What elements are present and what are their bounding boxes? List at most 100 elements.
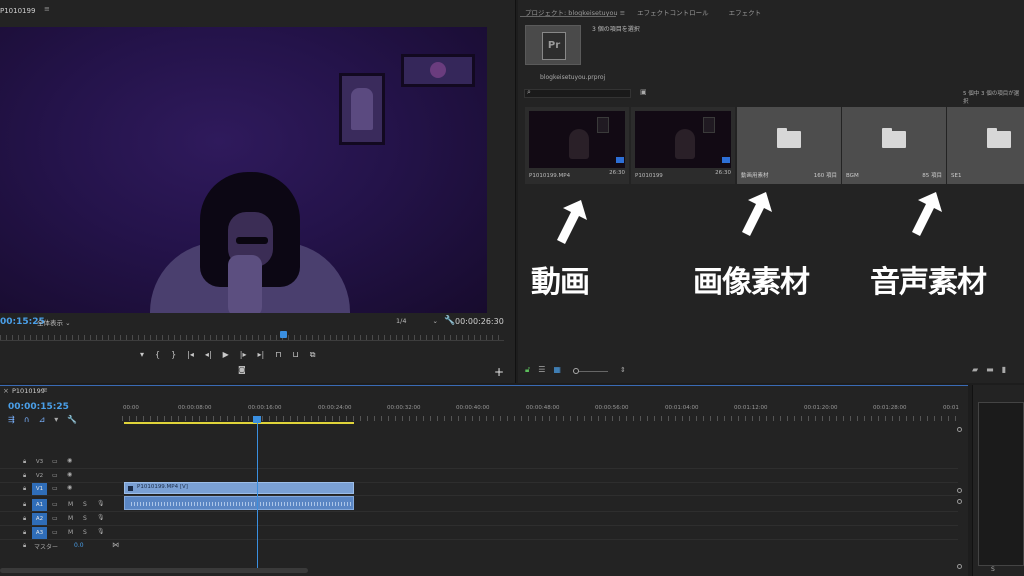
video-clip[interactable]: P1010199.MP4 [V] [124, 482, 354, 494]
master-track-label: マスター [34, 544, 59, 551]
lock-icon[interactable]: 🔒︎ [23, 542, 26, 550]
add-button-icon[interactable]: + [494, 365, 504, 379]
fit-select[interactable]: 全体表示 ⌄ [37, 317, 71, 327]
mark-out-icon[interactable]: } [171, 350, 176, 360]
folder-icon [777, 128, 801, 148]
eye-icon[interactable]: ◉ [67, 457, 72, 464]
list-view-icon[interactable]: ☰ [538, 365, 545, 375]
zoom-slider-handle[interactable] [573, 368, 579, 374]
timeline-timecode[interactable]: 00:00:15:25 [8, 402, 69, 412]
work-area-bar[interactable] [124, 422, 354, 424]
eye-icon[interactable]: ◉ [67, 484, 72, 491]
lock-icon[interactable]: 🔒︎ [23, 472, 26, 480]
mute-button[interactable]: M [68, 529, 73, 536]
solo-button[interactable]: S [83, 501, 87, 508]
go-to-in-icon[interactable]: |◂ [187, 350, 194, 360]
new-item-icon[interactable]: ▮ [1002, 365, 1006, 374]
timeline-horizontal-scrollbar[interactable] [0, 568, 308, 573]
annotation-audio: 音声素材 [870, 265, 987, 300]
microphone-icon[interactable]: 🎙︎ [97, 500, 105, 507]
nest-icon[interactable]: ⇶ [8, 415, 15, 424]
camera-icon[interactable]: ◙ [238, 365, 246, 374]
resolution-select[interactable]: 1/4 ⌄ [396, 317, 438, 325]
eye-icon[interactable]: ◉ [67, 471, 72, 478]
scroll-handle[interactable] [957, 564, 962, 569]
time-ruler[interactable] [122, 416, 958, 421]
solo-button[interactable]: S [83, 529, 87, 536]
go-to-end-icon[interactable]: ⋈ [112, 541, 119, 549]
marker-icon[interactable]: ▾ [140, 350, 144, 360]
sync-lock-icon[interactable]: ▭ [52, 515, 58, 522]
monitor-scrub-bar[interactable] [0, 335, 504, 341]
tab-menu-icon[interactable]: ≡ [620, 9, 625, 17]
search-icon: ⌕ [527, 88, 531, 96]
timeline-tab[interactable]: P1010199 [12, 387, 45, 395]
new-bin-icon[interactable]: ▰ [972, 365, 978, 374]
go-to-out-icon[interactable]: ▸| [258, 350, 265, 360]
step-forward-icon[interactable]: |▸ [240, 350, 247, 360]
monitor-menu-icon[interactable]: ≡ [44, 5, 50, 13]
play-icon[interactable]: ▶ [223, 350, 229, 360]
overwrite-icon[interactable]: ⊔ [292, 350, 298, 360]
scroll-handle[interactable] [957, 427, 962, 432]
wrench-icon[interactable]: 🔧 [444, 316, 455, 326]
scroll-handle[interactable] [957, 499, 962, 504]
project-search-input[interactable] [524, 89, 631, 98]
lock-icon[interactable]: 🔒︎ [23, 501, 26, 509]
premiere-file-icon: Pr [525, 25, 581, 65]
icon-view-icon[interactable]: ▦ [553, 365, 561, 375]
master-volume-value[interactable]: 0.0 [74, 542, 84, 549]
video-badge-icon [616, 157, 624, 163]
sync-lock-icon[interactable]: ▭ [52, 485, 58, 492]
meter-solo-button[interactable]: S [991, 566, 995, 573]
lock-icon[interactable]: 🔒︎ [23, 515, 26, 523]
microphone-icon[interactable]: 🎙︎ [97, 528, 105, 535]
bin-item[interactable]: BGM 85 項目 [842, 107, 946, 184]
solo-button[interactable]: S [83, 515, 87, 522]
lock-icon[interactable]: 🔒︎ [23, 485, 26, 493]
video-preview[interactable] [0, 27, 487, 313]
wrench-icon[interactable]: 🔧 [67, 415, 77, 424]
sort-icon[interactable]: ⇕ [620, 366, 626, 374]
lock-icon[interactable]: 🔓︎ [525, 365, 530, 375]
tab-effect-controls[interactable]: エフェクトコントロール [637, 7, 709, 17]
tab-effects[interactable]: エフェクト [729, 7, 762, 17]
sync-lock-icon[interactable]: ▭ [52, 529, 58, 536]
annotation-video: 動画 [531, 265, 590, 300]
sync-lock-icon[interactable]: ▭ [52, 472, 58, 479]
add-marker-icon[interactable]: ▾ [54, 415, 58, 424]
timeline-menu-icon[interactable]: ≡ [42, 386, 48, 394]
timeline-playhead[interactable] [257, 423, 258, 568]
mute-button[interactable]: M [68, 501, 73, 508]
sync-lock-icon[interactable]: ▭ [52, 458, 58, 465]
bin-item[interactable]: SE1 [947, 107, 1024, 184]
folder-icon[interactable]: ▬ [986, 365, 994, 374]
annotation-image: 画像素材 [693, 265, 810, 300]
ruler-tick-label: 00:00 [123, 405, 139, 411]
close-icon[interactable]: × [3, 387, 9, 395]
sequence-item[interactable]: P1010199 26:30 [631, 107, 735, 184]
mute-button[interactable]: M [68, 515, 73, 522]
timeline-playhead-handle[interactable] [253, 416, 261, 423]
sync-lock-icon[interactable]: ▭ [52, 501, 58, 508]
scroll-handle[interactable] [957, 488, 962, 493]
clip-item[interactable]: P1010199.MP4 26:30 [525, 107, 629, 184]
insert-icon[interactable]: ⊓ [275, 350, 281, 360]
monitor-tab[interactable]: P1010199 [0, 7, 35, 15]
zoom-slider[interactable] [578, 371, 608, 372]
mark-in-icon[interactable]: { [155, 350, 160, 360]
lock-icon[interactable]: 🔒︎ [23, 529, 26, 537]
lock-icon[interactable]: 🔒︎ [23, 458, 26, 466]
snap-icon[interactable]: ∩ [24, 415, 30, 424]
bin-item[interactable]: 動画用素材 160 項目 [737, 107, 841, 184]
export-frame-icon[interactable]: ⧉ [310, 350, 316, 360]
step-back-icon[interactable]: ◂| [205, 350, 212, 360]
person-hands [228, 255, 262, 313]
monitor-playhead[interactable] [280, 331, 287, 338]
audio-clip[interactable] [124, 496, 354, 510]
linked-selection-icon[interactable]: ⊿ [39, 415, 46, 424]
fx-badge-icon [128, 486, 133, 491]
microphone-icon[interactable]: 🎙︎ [97, 514, 105, 521]
new-bin-icon[interactable]: ▣ [640, 88, 647, 96]
ruler-tick-label: 00:01:12:00 [734, 405, 768, 411]
